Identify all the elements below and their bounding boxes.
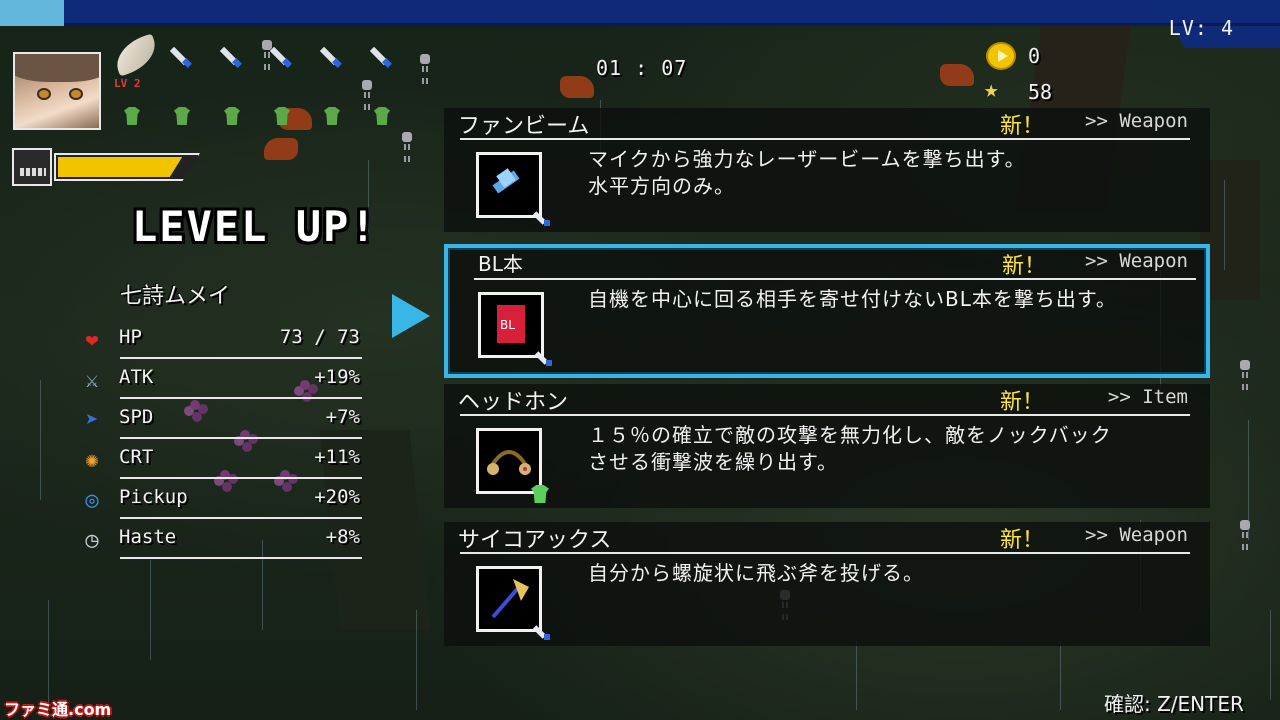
- character-name: 七詩ムメイ: [120, 284, 231, 309]
- stat-row-crt: ✺ CRT +11%: [76, 444, 362, 480]
- crit-icon: ✺: [85, 447, 99, 473]
- new-label: 新！: [1002, 254, 1047, 279]
- coin-count: 0: [1028, 44, 1041, 68]
- option-description: 自機を中心に回る相手を寄せ付けないBL本を撃ち出す。: [588, 287, 1117, 311]
- sword-icon: ⚔: [85, 367, 99, 393]
- axe-icon: [476, 566, 550, 640]
- weapon-badge-icon: [532, 211, 551, 227]
- new-label: 新！: [1000, 114, 1045, 139]
- weapon-badge-icon: [532, 625, 551, 641]
- clock-icon: ◷: [85, 527, 99, 553]
- item-badge-icon: [531, 485, 549, 503]
- stat-row-hp: ❤ HP 73 / 73: [76, 324, 362, 360]
- svg-text:BL: BL: [500, 318, 515, 332]
- coin-icon: [986, 42, 1016, 70]
- upgrade-option-psycho-axe[interactable]: サイコアックス 新！ >> Weapon 自分から螺旋状に飛ぶ斧を投げる。: [444, 522, 1210, 646]
- microphone-beam-icon: [476, 152, 550, 226]
- weapon-slot-sword-icon: [266, 40, 300, 74]
- experience-bar-fill: [0, 0, 64, 26]
- headphones-icon: [476, 428, 549, 503]
- stat-row-atk: ⚔ ATK +19%: [76, 364, 362, 400]
- option-description: １５％の確立で敵の攻撃を無力化し、敵をノックバック させる衝撃波を繰り出す。: [588, 423, 1112, 474]
- character-portrait: [13, 52, 101, 130]
- stat-row-spd: ➤ SPD +7%: [76, 404, 362, 440]
- weapon-level-badge: LV 2: [114, 77, 141, 90]
- star-count: 58: [1028, 80, 1053, 104]
- special-gauge: [54, 153, 200, 181]
- upgrade-option-headphones[interactable]: ヘッドホン 新！ >> Item １５％の確立で敵の攻撃を無力化し、敵をノックバ…: [444, 384, 1210, 508]
- new-label: 新！: [1000, 390, 1045, 415]
- weapon-badge-icon: [534, 351, 553, 367]
- experience-bar: [0, 0, 1280, 26]
- weapon-slot-sword-icon: [366, 40, 400, 74]
- option-type: >> Weapon: [1085, 110, 1188, 132]
- stage-timer: 01 : 07: [596, 56, 688, 80]
- stat-row-haste: ◷ Haste +8%: [76, 524, 362, 560]
- special-skill-icon: [12, 148, 52, 186]
- option-name: ヘッドホン: [458, 390, 569, 415]
- selection-arrow-icon: [392, 294, 430, 338]
- upgrade-option-bl-book[interactable]: BL本 新！ >> Weapon BL 自機を中心に回る相手を寄せ付けないBL本…: [444, 244, 1210, 378]
- new-label: 新！: [1000, 528, 1045, 553]
- heart-icon: ❤: [85, 327, 99, 353]
- option-type: >> Weapon: [1085, 250, 1188, 272]
- option-type: >> Weapon: [1085, 524, 1188, 546]
- option-name: ファンビーム: [458, 114, 590, 139]
- option-description: 自分から螺旋状に飛ぶ斧を投げる。: [588, 561, 924, 585]
- option-type: >> Item: [1107, 386, 1188, 408]
- option-name: BL本: [478, 252, 523, 276]
- confirm-hint: 確認: Z/ENTER: [1104, 692, 1244, 716]
- level-up-title: LEVEL UP!: [132, 202, 378, 251]
- boot-icon: ➤: [85, 407, 99, 433]
- option-name: サイコアックス: [458, 528, 612, 553]
- weapon-slot-sword-icon: [216, 40, 250, 74]
- player-level-label: LV: 4: [1168, 16, 1234, 40]
- weapon-slot-sword-icon: [166, 40, 200, 74]
- bl-book-icon: BL: [478, 292, 552, 366]
- stat-row-pickup: ◎ Pickup +20%: [76, 484, 362, 520]
- option-description: マイクから強力なレーザービームを撃ち出す。 水平方向のみ。: [588, 147, 1026, 198]
- upgrade-option-fan-beam[interactable]: ファンビーム 新！ >> Weapon マイクから強力なレーザービームを撃ち出す…: [444, 108, 1210, 232]
- star-icon: ★: [984, 75, 999, 103]
- watermark-logo: ファミ通.com: [4, 700, 112, 719]
- special-gauge-fill: [58, 157, 183, 177]
- weapon-slot-sword-icon: [316, 40, 350, 74]
- magnet-ring-icon: ◎: [85, 487, 99, 513]
